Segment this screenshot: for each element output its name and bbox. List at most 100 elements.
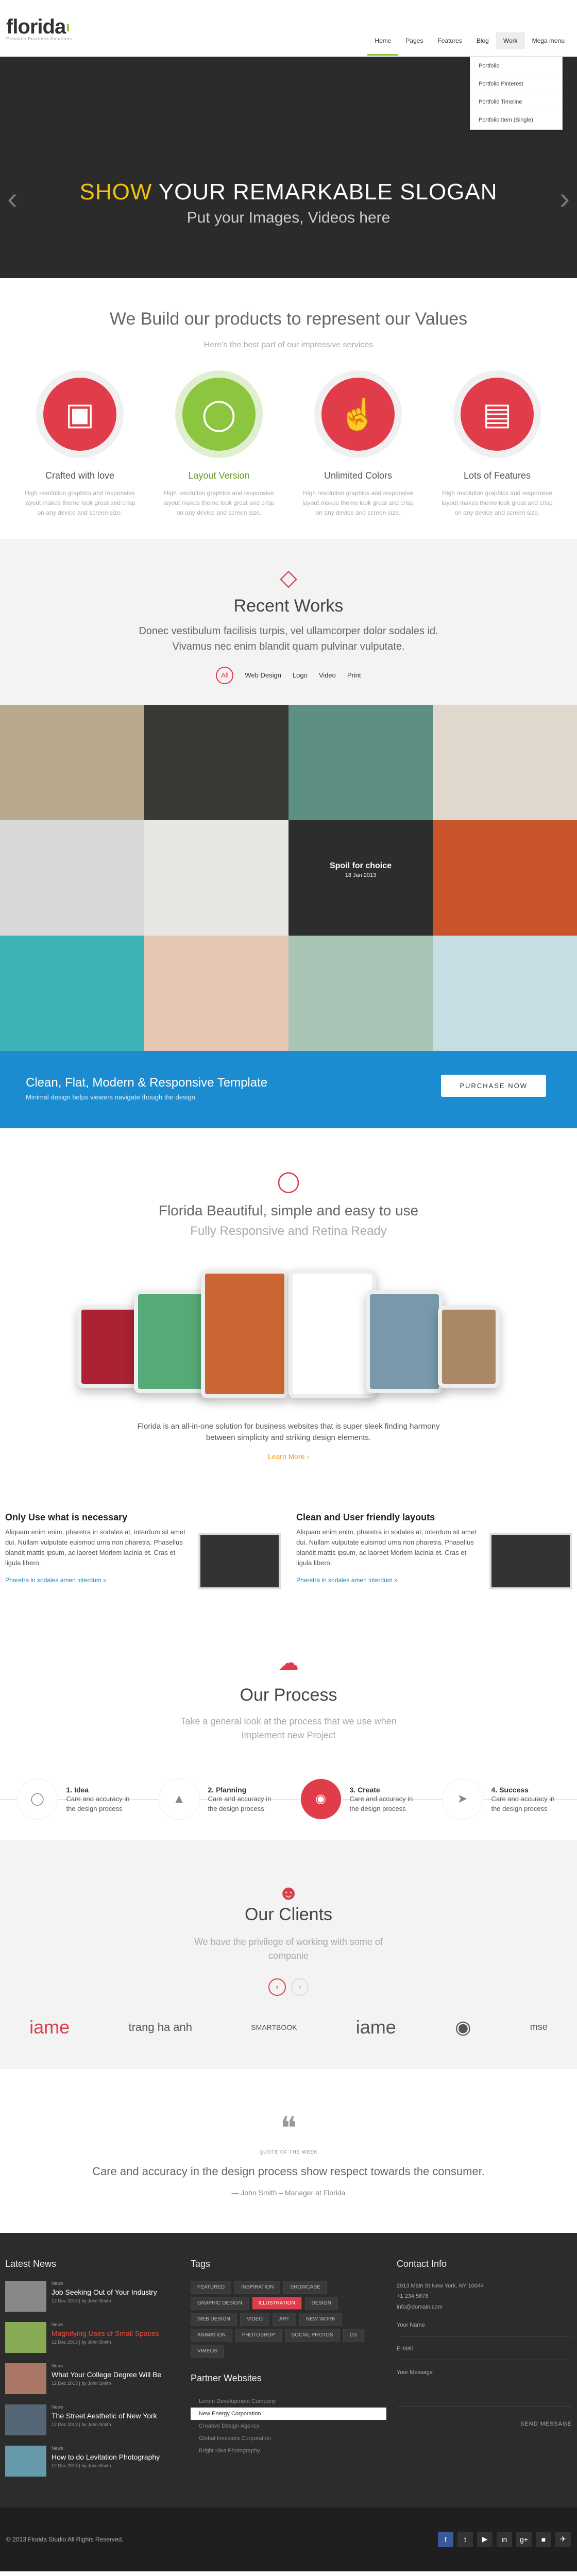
work-dropdown: Portfolio Portfolio Pinterest Portfolio … (470, 57, 563, 130)
filter-logo[interactable]: Logo (293, 671, 308, 679)
device-image (77, 1305, 139, 1388)
portfolio-item[interactable] (144, 820, 288, 936)
email-field[interactable]: E-Mail (397, 2336, 572, 2361)
tag[interactable]: ANIMATION (191, 2328, 232, 2342)
tag[interactable]: SHOWCASE (283, 2280, 327, 2294)
laptop-icon[interactable]: ▤ (453, 370, 541, 458)
monitor-icon[interactable]: ▣ (36, 370, 124, 458)
value-item: ▤ Lots of Features High resolution graph… (440, 370, 554, 518)
client-logo[interactable]: iame (356, 2016, 396, 2038)
portfolio-grid: Spoil for choice 18 Jan 2013 (0, 704, 577, 1051)
client-logo[interactable]: mse (530, 2022, 548, 2032)
nav-features[interactable]: Features (430, 32, 469, 49)
youtube-icon[interactable]: ▶ (477, 2531, 493, 2547)
news-item[interactable]: News How to do Levitation Photography 12 D… (5, 2445, 180, 2477)
tag[interactable]: VIDEO (240, 2312, 270, 2326)
twitter-icon[interactable]: t (457, 2531, 473, 2547)
tag[interactable]: CS (343, 2328, 364, 2342)
tag[interactable]: GRAPHIC DESIGN (191, 2296, 249, 2310)
feature-link[interactable]: Pharetra in sodales amen interdum » (5, 1577, 190, 1584)
lightbulb-icon[interactable]: ◯ (175, 370, 263, 458)
news-thumb (5, 2280, 46, 2312)
planning-icon: ▲ (158, 1778, 200, 1820)
tag[interactable]: INSPIRATION (234, 2280, 281, 2294)
portfolio-item[interactable] (144, 704, 288, 820)
portfolio-item[interactable] (144, 935, 288, 1051)
message-field[interactable]: Your Message (397, 2360, 572, 2407)
latest-news: Latest News News Job Seeking Out of Your … (5, 2259, 180, 2487)
portfolio-item[interactable] (433, 820, 577, 936)
filter-all[interactable]: All (216, 666, 234, 684)
tag[interactable]: VIMEOS (191, 2344, 224, 2358)
portfolio-item[interactable] (433, 704, 577, 820)
quote-section: ❝ QUOTE OF THE WEEK Care and accuracy in… (0, 2069, 577, 2233)
portfolio-item[interactable] (288, 935, 433, 1051)
partner-link[interactable]: Lorem Development Company (191, 2395, 386, 2408)
next-icon[interactable]: › (291, 1978, 309, 1996)
users-icon: ☻ (277, 1881, 300, 1904)
next-slide-icon[interactable]: › (559, 180, 570, 216)
partner-link[interactable]: Bright Idea Photography (191, 2445, 386, 2457)
news-item[interactable]: News What Your College Degree Will Be 12 D… (5, 2363, 180, 2394)
nav-mega-menu[interactable]: Mega menu (525, 32, 572, 49)
client-logo[interactable]: iame (29, 2016, 70, 2038)
instagram-icon[interactable]: ■ (536, 2531, 551, 2547)
filter-print[interactable]: Print (347, 671, 361, 679)
client-logo[interactable]: ◉ (455, 2016, 471, 2038)
florida-title: Florida Beautiful, simple and easy to us… (158, 1202, 419, 1218)
tag[interactable]: ART (273, 2312, 296, 2326)
dropdown-item-single[interactable]: Portfolio Item (Single) (470, 111, 562, 129)
googleplus-icon[interactable]: g+ (516, 2531, 532, 2547)
copyright-bar: © 2013 Florida Studio All Rights Reserve… (0, 2507, 577, 2571)
social-links: f t ▶ in g+ ■ ✈ (438, 2531, 571, 2547)
partner-link[interactable]: Global Investors Corporation (191, 2432, 386, 2445)
client-logo[interactable]: SMARTBOOK (251, 2023, 297, 2031)
nav-work[interactable]: Work (496, 32, 525, 49)
recent-works: ◇ Recent Works Donec vestibulum facilisi… (0, 538, 577, 705)
tag[interactable]: ILLUSTRATION (251, 2296, 302, 2310)
news-item[interactable]: News Magnifying Uses of Small Spaces 12 De… (5, 2321, 180, 2353)
partner-link[interactable]: Creative Design Agency (191, 2420, 386, 2432)
news-item[interactable]: News The Street Aesthetic of New York 12 D… (5, 2404, 180, 2435)
linkedin-icon[interactable]: in (497, 2531, 512, 2547)
dropdown-item-pinterest[interactable]: Portfolio Pinterest (470, 75, 562, 93)
portfolio-item[interactable] (0, 820, 144, 936)
prev-icon[interactable]: ‹ (268, 1978, 286, 1996)
name-field[interactable]: Your Name (397, 2313, 572, 2337)
dropdown-item-portfolio[interactable]: Portfolio (470, 57, 562, 75)
quote-label: QUOTE OF THE WEEK (259, 2149, 318, 2155)
tags-column: Tags FEATURED INSPIRATION SHOWCASE GRAPH… (191, 2259, 386, 2487)
tag[interactable]: WEB DESIGN (191, 2312, 237, 2326)
nav-blog[interactable]: Blog (469, 32, 496, 49)
tag[interactable]: FEATURED (191, 2280, 232, 2294)
tag[interactable]: PHOTOSHOP (235, 2328, 282, 2342)
feature-link[interactable]: Pharetra in sodales amen interdum » (296, 1577, 481, 1584)
dropdown-item-timeline[interactable]: Portfolio Timeline (470, 93, 562, 111)
news-item[interactable]: News Job Seeking Out of Your Industry 12 D… (5, 2280, 180, 2312)
send-button[interactable]: SEND MESSAGE (397, 2419, 572, 2430)
send-icon[interactable]: ✈ (555, 2531, 571, 2547)
client-logo[interactable]: trang ha anh (128, 2021, 192, 2034)
hand-pointer-icon[interactable]: ☝ (314, 370, 402, 458)
filter-video[interactable]: Video (319, 671, 336, 679)
nav-home[interactable]: Home (367, 32, 399, 56)
process-section: ☁ Our Process Take a general look at the… (0, 1609, 577, 1840)
portfolio-item[interactable] (0, 704, 144, 820)
portfolio-item[interactable] (288, 704, 433, 820)
device-showcase (77, 1259, 500, 1403)
portfolio-item-hover[interactable]: Spoil for choice 18 Jan 2013 (288, 820, 433, 936)
portfolio-item[interactable] (433, 935, 577, 1051)
logo[interactable]: florida Premium Business Solutions (6, 15, 74, 41)
clients-sub: We have the privilege of working with so… (194, 1936, 383, 1961)
purchase-button[interactable]: PURCHASE NOW (441, 1074, 546, 1097)
email[interactable]: info@domain.com (397, 2302, 572, 2313)
filter-web-design[interactable]: Web Design (245, 671, 281, 679)
partner-link[interactable]: New Energy Corporation (191, 2407, 386, 2420)
tag[interactable]: DESIGN (304, 2296, 338, 2310)
learn-more-link[interactable]: Learn More › (0, 1452, 577, 1461)
portfolio-item[interactable] (0, 935, 144, 1051)
facebook-icon[interactable]: f (438, 2531, 453, 2547)
tag[interactable]: SOCIAL PHOTOS (284, 2328, 340, 2342)
nav-pages[interactable]: Pages (398, 32, 430, 49)
tag[interactable]: NEW WORK (299, 2312, 343, 2326)
